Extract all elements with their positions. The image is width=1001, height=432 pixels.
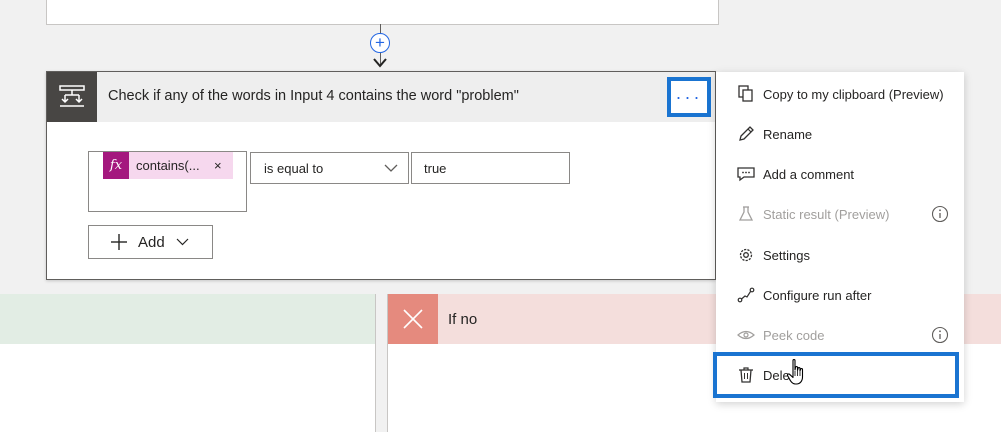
expression-token[interactable]: fx contains(... × bbox=[103, 152, 233, 179]
menu-item-label: Static result (Preview) bbox=[763, 207, 890, 222]
menu-item-copy-to-clipboard[interactable]: Copy to my clipboard (Preview) bbox=[716, 74, 964, 114]
hand-cursor-icon bbox=[786, 359, 804, 385]
condition-icon bbox=[59, 85, 85, 107]
previous-step-card[interactable] bbox=[46, 0, 719, 25]
condition-card: Check if any of the words in Input 4 con… bbox=[46, 71, 716, 280]
chevron-down-icon bbox=[384, 164, 398, 172]
if-yes-header[interactable] bbox=[0, 294, 375, 344]
add-button-label: Add bbox=[138, 234, 165, 251]
if-yes-branch bbox=[0, 294, 376, 432]
context-menu: Copy to my clipboard (Preview) Rename Ad… bbox=[713, 72, 964, 402]
expression-token-text: contains(... bbox=[136, 158, 200, 173]
right-operand-value: true bbox=[424, 161, 447, 176]
more-options-button[interactable]: ··· bbox=[667, 77, 711, 117]
menu-item-label: Rename bbox=[763, 127, 813, 142]
menu-item-label: Copy to my clipboard (Preview) bbox=[763, 87, 944, 102]
menu-item-delete[interactable]: Dele bbox=[713, 352, 959, 398]
trash-icon bbox=[739, 367, 753, 383]
run-after-icon bbox=[737, 287, 755, 303]
plus-icon bbox=[111, 234, 127, 250]
no-icon-tile bbox=[388, 294, 438, 344]
chevron-down-icon bbox=[176, 238, 189, 246]
menu-item-rename[interactable]: Rename bbox=[716, 114, 964, 154]
operator-value: is equal to bbox=[264, 161, 324, 176]
menu-item-label: Settings bbox=[763, 248, 810, 263]
info-icon[interactable] bbox=[931, 326, 949, 344]
condition-title[interactable]: Check if any of the words in Input 4 con… bbox=[108, 88, 519, 104]
flask-icon bbox=[738, 206, 754, 221]
condition-card-header[interactable]: Check if any of the words in Input 4 con… bbox=[47, 72, 715, 122]
right-operand-field[interactable]: true bbox=[411, 152, 570, 184]
gear-icon bbox=[739, 248, 753, 262]
menu-item-static-result[interactable]: Static result (Preview) bbox=[716, 194, 964, 234]
comment-icon bbox=[737, 167, 755, 182]
menu-item-settings[interactable]: Settings bbox=[716, 235, 964, 275]
add-row-button[interactable]: Add bbox=[88, 225, 213, 259]
menu-item-label: Configure run after bbox=[763, 288, 872, 303]
menu-item-configure-run-after[interactable]: Configure run after bbox=[716, 275, 964, 315]
insert-step-button[interactable]: + bbox=[370, 33, 390, 53]
condition-icon-tile bbox=[47, 72, 97, 122]
menu-item-add-comment[interactable]: Add a comment bbox=[716, 154, 964, 194]
arrow-down-icon bbox=[373, 58, 387, 68]
if-no-label: If no bbox=[448, 311, 478, 328]
fx-icon: fx bbox=[103, 152, 129, 179]
menu-item-peek-code[interactable]: Peek code bbox=[716, 315, 964, 355]
info-icon[interactable] bbox=[931, 205, 949, 223]
close-icon bbox=[403, 309, 423, 329]
ellipsis-icon: ··· bbox=[675, 86, 703, 107]
eye-icon bbox=[737, 330, 755, 340]
menu-item-label: Add a comment bbox=[763, 167, 855, 182]
remove-token-icon[interactable]: × bbox=[214, 158, 222, 173]
menu-item-label: Peek code bbox=[763, 328, 825, 343]
pencil-icon bbox=[739, 126, 754, 141]
operator-dropdown[interactable]: is equal to bbox=[250, 152, 409, 184]
copy-icon bbox=[738, 85, 753, 102]
